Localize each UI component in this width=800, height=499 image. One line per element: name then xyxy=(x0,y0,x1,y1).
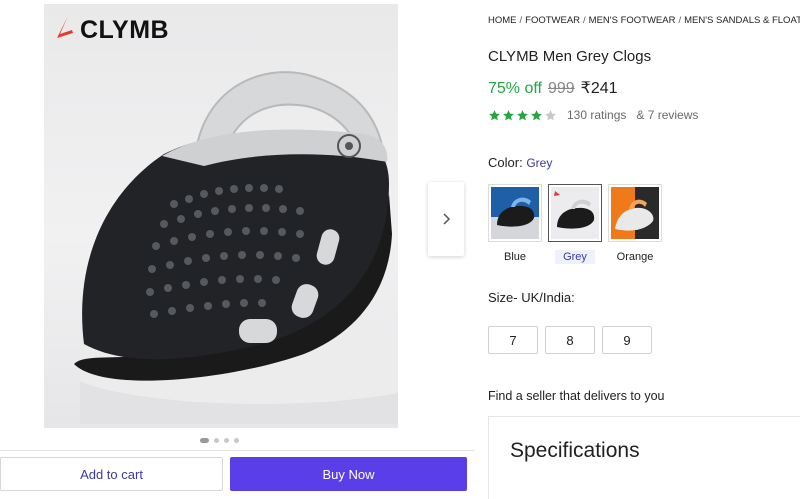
swatch-thumbnail[interactable] xyxy=(488,184,542,242)
size-option[interactable]: 7 xyxy=(488,326,538,354)
blue-clog-thumbnail xyxy=(491,187,539,239)
size-option[interactable]: 9 xyxy=(602,326,652,354)
specifications-title: Specifications xyxy=(510,439,640,462)
color-option-label: Grey xyxy=(555,250,595,264)
original-price: 999 xyxy=(547,80,575,97)
breadcrumb: HOME / FOOTWEAR / MEN'S FOOTWEAR / MEN'S SA… xyxy=(488,15,800,26)
selling-price: ₹241 xyxy=(580,80,618,97)
swatch-thumbnail[interactable] xyxy=(608,184,662,242)
carousel-dot[interactable] xyxy=(234,438,239,443)
color-option-grey[interactable]: Grey xyxy=(548,184,602,264)
color-option-orange[interactable]: Orange xyxy=(608,184,662,264)
product-title: CLYMB Men Grey Clogs xyxy=(488,48,652,65)
color-label: Color: Grey xyxy=(488,155,552,170)
discount-badge: 75% off xyxy=(488,80,542,97)
star-icon xyxy=(531,109,542,120)
breadcrumb-item[interactable]: FOOTWEAR xyxy=(525,15,580,26)
size-label: Size- UK/India: xyxy=(488,290,575,305)
carousel-dot[interactable] xyxy=(224,438,229,443)
ratings-count: 130 ratings xyxy=(567,108,627,122)
carousel-dot[interactable] xyxy=(200,438,209,443)
find-seller-link[interactable]: Find a seller that delivers to you xyxy=(488,389,664,403)
selected-color: Grey xyxy=(526,156,553,170)
star-icon xyxy=(489,109,500,120)
orange-clog-thumbnail xyxy=(611,187,659,239)
carousel-dots[interactable] xyxy=(200,438,239,443)
color-swatches: Blue Grey Orange xyxy=(488,184,662,264)
size-option[interactable]: 8 xyxy=(545,326,595,354)
reviews-count: & 7 reviews xyxy=(636,108,699,122)
color-option-label: Blue xyxy=(503,251,527,263)
breadcrumb-item[interactable]: MEN'S SANDALS & FLOATERS xyxy=(684,15,800,26)
star-icon xyxy=(503,109,514,120)
next-image-button[interactable] xyxy=(428,182,464,256)
divider xyxy=(0,450,474,451)
buy-now-button[interactable]: Buy Now xyxy=(230,457,467,491)
size-options: 7 8 9 xyxy=(488,326,652,354)
color-option-label: Orange xyxy=(616,251,654,263)
clog-photo xyxy=(74,71,392,381)
grey-clog-thumbnail xyxy=(551,187,599,239)
product-image[interactable]: CLYMB xyxy=(44,4,398,428)
add-to-cart-button[interactable]: Add to cart xyxy=(0,457,223,491)
specifications-card[interactable]: Specifications xyxy=(488,416,800,499)
star-icon xyxy=(517,109,528,120)
chevron-right-icon xyxy=(443,213,451,225)
price-row: 75% off 999 ₹241 xyxy=(488,78,618,98)
star-rating xyxy=(488,109,557,122)
breadcrumb-item[interactable]: MEN'S FOOTWEAR xyxy=(589,15,676,26)
swatch-thumbnail[interactable] xyxy=(548,184,602,242)
color-label-text: Color: xyxy=(488,155,523,170)
carousel-dot[interactable] xyxy=(214,438,219,443)
breadcrumb-item[interactable]: HOME xyxy=(488,15,517,26)
rating-row[interactable]: 130 ratings & 7 reviews xyxy=(488,108,698,122)
color-option-blue[interactable]: Blue xyxy=(488,184,542,264)
star-icon xyxy=(545,109,556,120)
